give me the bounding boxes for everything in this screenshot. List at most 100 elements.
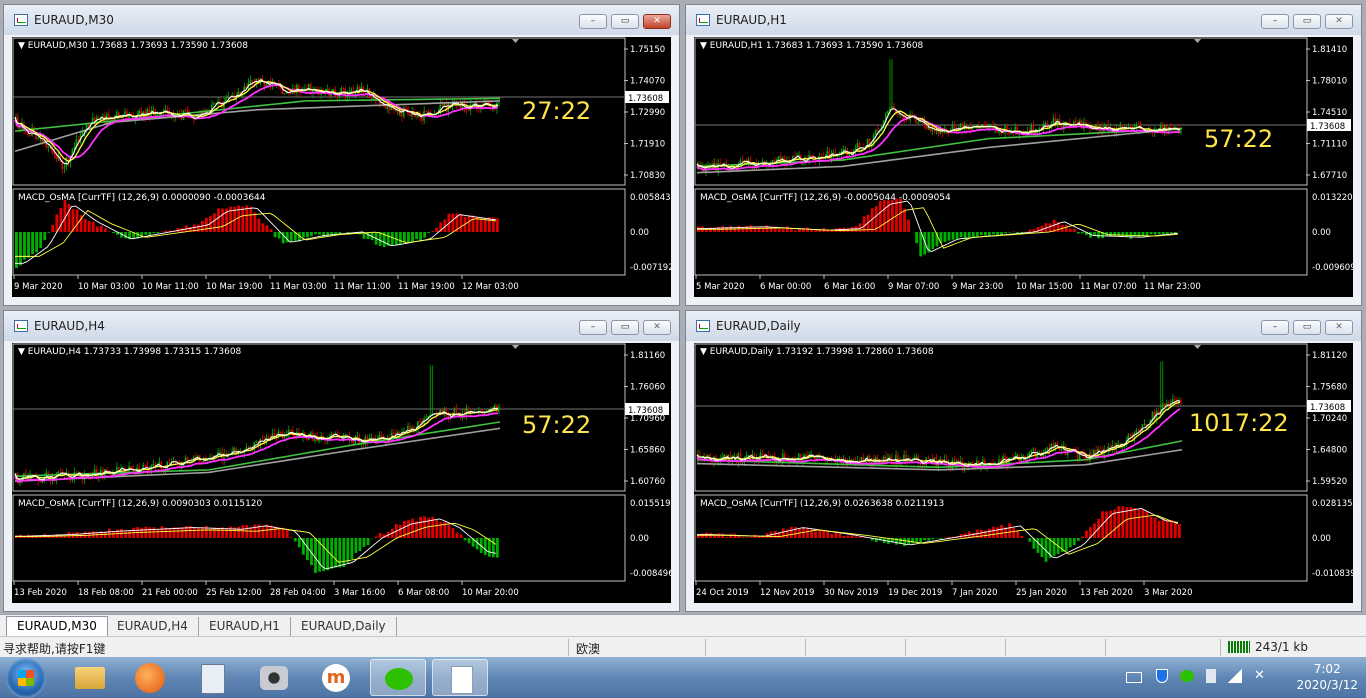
minimize-icon: –: [590, 322, 596, 332]
windows-logo-icon: [18, 670, 34, 686]
wechat-tray-icon[interactable]: [1180, 670, 1194, 682]
chart-canvas[interactable]: ▼ EURAUD,H4 1.73733 1.73998 1.73315 1.73…: [12, 343, 676, 603]
price-axis-label: 1.81120: [1312, 351, 1347, 361]
chart-window-m30[interactable]: EURAUD,M30 – ▭ ✕ ▼ EURAUD,M30 1.73683 1.7369…: [3, 4, 680, 306]
price-axis-label: 1.75150: [630, 45, 665, 55]
window-title-bar[interactable]: EURAUD,H4 – ▭ ✕: [4, 311, 679, 341]
ma-yellow-line: [696, 110, 1181, 168]
tab-euraud-h4[interactable]: EURAUD,H4: [107, 617, 199, 636]
macd-histogram: [697, 506, 1181, 562]
usb-device-icon[interactable]: [1206, 669, 1216, 683]
candlestick-series: [15, 75, 500, 174]
time-axis-label: 6 Mar 08:00: [398, 588, 449, 598]
status-bar: 寻求帮助,请按F1键 欧澳 243/1 kb: [0, 636, 1366, 658]
maximize-button[interactable]: ▭: [611, 14, 639, 29]
time-axis-label: 25 Feb 12:00: [206, 588, 262, 598]
candlestick-series: [697, 59, 1182, 176]
macd-histogram: [15, 516, 499, 573]
close-button[interactable]: ✕: [643, 320, 671, 335]
chart-canvas[interactable]: ▼ EURAUD,H1 1.73683 1.73693 1.73590 1.73…: [694, 37, 1358, 297]
macd-axis-label: 0.00: [630, 534, 649, 544]
chart-canvas[interactable]: ▼ EURAUD,Daily 1.73192 1.73998 1.72860 1…: [694, 343, 1358, 603]
keyboard-icon[interactable]: [1126, 672, 1142, 683]
window-title-bar[interactable]: EURAUD,H1 – ▭ ✕: [686, 5, 1361, 35]
camera-icon: [260, 666, 288, 690]
close-icon: ✕: [1335, 16, 1343, 26]
taskbar-m-app[interactable]: m: [308, 659, 364, 696]
time-axis-label: 10 Mar 20:00: [462, 588, 519, 598]
time-axis-label: 12 Mar 03:00: [462, 282, 519, 292]
bar-countdown-timer: 57:22: [1204, 125, 1273, 153]
chart-canvas[interactable]: ▼ EURAUD,M30 1.73683 1.73693 1.73590 1.7…: [12, 37, 676, 297]
taskbar-calculator[interactable]: [184, 659, 240, 696]
minimize-button[interactable]: –: [1261, 14, 1289, 29]
price-axis-label: 1.78010: [1312, 77, 1347, 87]
window-title: EURAUD,H1: [716, 13, 787, 27]
time-axis-label: 18 Feb 08:00: [78, 588, 134, 598]
price-axis-label: 1.72990: [630, 108, 665, 118]
price-axis-label: 1.75680: [1312, 383, 1347, 393]
bar-countdown-timer: 57:22: [522, 411, 591, 439]
time-axis-label: 21 Feb 00:00: [142, 588, 198, 598]
chart-window-daily[interactable]: EURAUD,Daily – ▭ ✕ ▼ EURAUD,Daily 1.73192 1.…: [685, 310, 1362, 612]
macd-axis-label: 0.00: [630, 228, 649, 238]
time-axis-label: 3 Mar 16:00: [334, 588, 385, 598]
minimize-button[interactable]: –: [579, 14, 607, 29]
taskbar-explorer[interactable]: [62, 659, 118, 696]
network-signal-icon[interactable]: [1228, 669, 1242, 683]
tab-euraud-h1[interactable]: EURAUD,H1: [199, 617, 291, 636]
m-app-icon: m: [322, 664, 350, 692]
window-title-bar[interactable]: EURAUD,M30 – ▭ ✕: [4, 5, 679, 35]
chart-window-h4[interactable]: EURAUD,H4 – ▭ ✕ ▼ EURAUD,H4 1.73733 1.73998 …: [3, 310, 680, 612]
taskbar-wechat[interactable]: [370, 659, 426, 696]
maximize-button[interactable]: ▭: [1293, 14, 1321, 29]
price-axis-label: 1.70830: [630, 171, 665, 181]
maximize-button[interactable]: ▭: [1293, 320, 1321, 335]
price-axis-label: 1.74510: [1312, 108, 1347, 118]
volume-muted-icon[interactable]: ✕: [1254, 669, 1268, 683]
start-button[interactable]: [6, 658, 46, 698]
price-axis-label: 1.71110: [1312, 140, 1347, 150]
chart-shift-marker: [512, 39, 519, 43]
macd-axis-label: 0.00: [1312, 534, 1331, 544]
time-axis-label: 10 Mar 19:00: [206, 282, 263, 292]
close-button[interactable]: ✕: [1325, 320, 1353, 335]
maximize-icon: ▭: [1302, 16, 1312, 26]
time-axis-label: 11 Mar 11:00: [334, 282, 391, 292]
chart-window-icon: [14, 320, 28, 332]
folder-icon: [75, 667, 105, 689]
close-button[interactable]: ✕: [1325, 14, 1353, 29]
candlestick-series: [15, 365, 500, 487]
chart-shift-marker: [1194, 39, 1201, 43]
price-axis-label: 1.65860: [630, 446, 665, 456]
maximize-button[interactable]: ▭: [611, 320, 639, 335]
taskbar-mt4[interactable]: [432, 659, 488, 696]
clock[interactable]: 7:02 2020/3/12: [1296, 661, 1358, 693]
traffic-indicator: 243/1 kb: [1255, 640, 1308, 654]
time-axis-label: 10 Mar 15:00: [1016, 282, 1073, 292]
bar-countdown-timer: 27:22: [522, 97, 591, 125]
window-title-bar[interactable]: EURAUD,Daily – ▭ ✕: [686, 311, 1361, 341]
connection-bars-icon: [1228, 641, 1250, 653]
taskbar-camera-app[interactable]: [246, 659, 302, 696]
time-axis-label: 6 Mar 16:00: [824, 282, 875, 292]
time-axis-label: 11 Mar 23:00: [1144, 282, 1201, 292]
tab-euraud-daily[interactable]: EURAUD,Daily: [291, 617, 397, 636]
chart-svg: ▼ EURAUD,H4 1.73733 1.73998 1.73315 1.73…: [12, 343, 676, 598]
current-price-label: 1.73608: [1310, 403, 1345, 413]
price-axis-label: 1.71910: [630, 140, 665, 150]
time-axis-label: 9 Mar 07:00: [888, 282, 939, 292]
minimize-button[interactable]: –: [579, 320, 607, 335]
price-axis-label: 1.67710: [1312, 171, 1347, 181]
security-shield-icon[interactable]: [1156, 669, 1168, 683]
chart-window-h1[interactable]: EURAUD,H1 – ▭ ✕ ▼ EURAUD,H1 1.73683 1.73693 …: [685, 4, 1362, 306]
maximize-icon: ▭: [1302, 322, 1312, 332]
taskbar-browser[interactable]: [122, 659, 178, 696]
close-button[interactable]: ✕: [643, 14, 671, 29]
symbol-info: ▼ EURAUD,H4 1.73733 1.73998 1.73315 1.73…: [18, 347, 242, 357]
tab-euraud-m30[interactable]: EURAUD,M30: [6, 616, 108, 636]
minimize-button[interactable]: –: [1261, 320, 1289, 335]
macd-indicator-label: MACD_OsMA [CurrTF] (12,26,9) 0.0000090 -…: [18, 193, 266, 203]
macd-axis-label: -0.009609: [1312, 263, 1353, 273]
current-price-label: 1.73608: [1310, 122, 1345, 132]
